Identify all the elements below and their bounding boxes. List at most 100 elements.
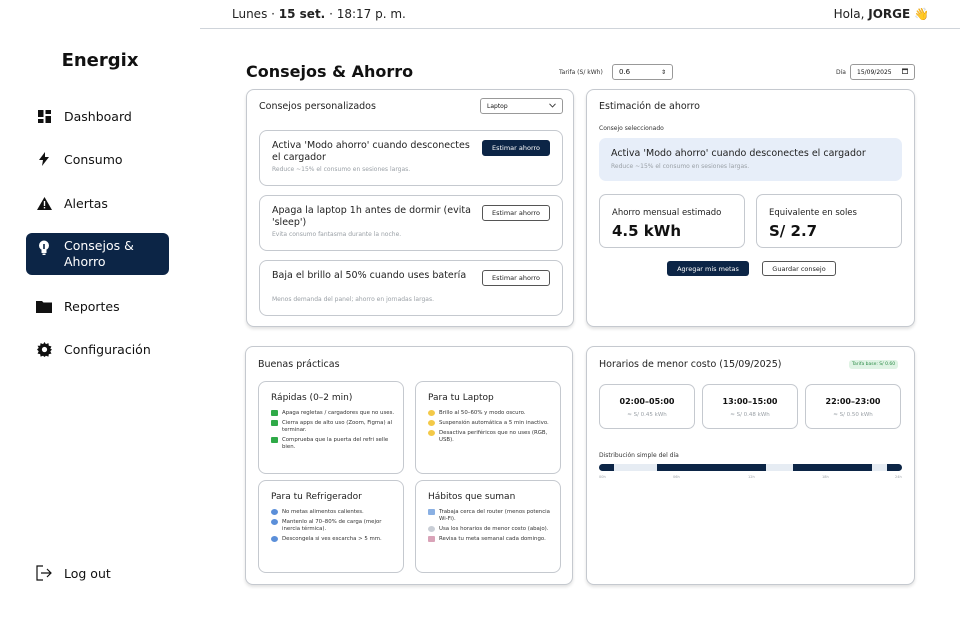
estimacion-card: Estimación de ahorro Consejo seleccionad… bbox=[586, 89, 915, 327]
sidebar-item-consumo[interactable]: Consumo bbox=[26, 138, 169, 180]
group-title: Hábitos que suman bbox=[428, 492, 516, 502]
estimate-button[interactable]: Estimar ahorro bbox=[482, 205, 550, 221]
distribution-segment bbox=[792, 464, 872, 471]
practice-list: Brillo al 50–60% y modo oscuro. Suspensi… bbox=[428, 410, 554, 447]
list-item: Usa los horarios de menor costo (abajo). bbox=[428, 526, 554, 533]
practice-group: Para tu Laptop Brillo al 50–60% y modo o… bbox=[415, 381, 561, 474]
practice-group: Rápidas (0–2 min) Apaga regletas / carga… bbox=[258, 381, 404, 474]
soles-equivalent-stat: Equivalente en soles S/ 2.7 bbox=[756, 194, 902, 248]
item-text: Mantenlo al 70–80% de carga (mejor inerc… bbox=[282, 519, 382, 532]
dia-label: Día bbox=[836, 69, 846, 76]
slot-price: ≈ S/ 0.50 kWh bbox=[833, 412, 873, 418]
item-text: Trabaja cerca del router (menos potencia… bbox=[439, 509, 550, 522]
tip-subtitle: Reduce ~15% el consumo en sesiones larga… bbox=[272, 166, 411, 173]
bolt-icon bbox=[36, 151, 52, 167]
date-input[interactable]: 15/09/2025 bbox=[850, 64, 915, 80]
snowflake-icon bbox=[271, 509, 278, 515]
item-text: No metas alimentos calientes. bbox=[282, 509, 364, 515]
sidebar-item-configuracion[interactable]: Configuración bbox=[26, 328, 169, 370]
tick-label: 12h bbox=[748, 475, 755, 479]
group-title: Para tu Refrigerador bbox=[271, 492, 362, 502]
item-text: Desactiva periféricos que no uses (RGB, … bbox=[439, 430, 548, 443]
time-slot: 13:00–15:00 ≈ S/ 0.48 kWh bbox=[702, 384, 798, 429]
slot-price: ≈ S/ 0.45 kWh bbox=[627, 412, 667, 418]
list-item: Suspensión automática a 5 min inactivo. bbox=[428, 420, 554, 427]
selected-label: Consejo seleccionado bbox=[599, 125, 664, 132]
sidebar-item-label: Dashboard bbox=[64, 108, 132, 124]
stat-label: Equivalente en soles bbox=[769, 208, 857, 218]
check-icon bbox=[271, 420, 278, 426]
card-title: Consejos personalizados bbox=[259, 101, 376, 112]
item-text: Usa los horarios de menor costo (abajo). bbox=[439, 526, 549, 532]
lightbulb-icon bbox=[428, 420, 435, 426]
chevron-down-icon bbox=[549, 102, 556, 110]
tip-title: Baja el brillo al 50% cuando uses baterí… bbox=[272, 270, 467, 281]
tick-label: 00h bbox=[599, 475, 606, 479]
page-title: Consejos & Ahorro bbox=[246, 62, 414, 81]
monthly-savings-stat: Ahorro mensual estimado 4.5 kWh bbox=[599, 194, 745, 248]
sidebar-item-consejos[interactable]: Consejos & Ahorro bbox=[26, 233, 169, 275]
day-text: Lunes · bbox=[232, 7, 275, 21]
sidebar-item-label: Alertas bbox=[64, 195, 108, 211]
sidebar-item-label: Reportes bbox=[64, 298, 120, 314]
folder-icon bbox=[36, 298, 52, 314]
distribution-segment bbox=[886, 464, 902, 471]
list-item: Desactiva periféricos que no uses (RGB, … bbox=[428, 430, 554, 444]
estimate-button[interactable]: Estimar ahorro bbox=[482, 140, 550, 156]
time-slot: 22:00–23:00 ≈ S/ 0.50 kWh bbox=[805, 384, 901, 429]
tip-card: Apaga la laptop 1h antes de dormir (evit… bbox=[259, 195, 563, 251]
greeting: Hola, JORGE 👋 bbox=[834, 7, 929, 21]
distribution-bar bbox=[599, 464, 902, 471]
tarifa-select[interactable]: 0.6 ⇕ bbox=[612, 64, 673, 80]
selected-tip-subtitle: Reduce ~15% el consumo en sesiones larga… bbox=[611, 163, 750, 170]
updown-icon: ⇕ bbox=[660, 68, 666, 76]
topbar: Lunes · 15 set. · 18:17 p. m. Hola, JORG… bbox=[200, 0, 960, 29]
slot-range: 02:00–05:00 bbox=[619, 397, 675, 406]
user-name: JORGE bbox=[868, 7, 911, 21]
distribution-label: Distribución simple del día bbox=[599, 452, 679, 459]
tip-card: Activa 'Modo ahorro' cuando desconectes … bbox=[259, 130, 563, 186]
dashboard-icon bbox=[36, 108, 52, 124]
tip-subtitle: Menos demanda del panel; ahorro en jorna… bbox=[272, 296, 434, 303]
time-slot: 02:00–05:00 ≈ S/ 0.45 kWh bbox=[599, 384, 695, 429]
logout-icon bbox=[36, 565, 52, 581]
estimate-button[interactable]: Estimar ahorro bbox=[482, 270, 550, 286]
wifi-icon bbox=[428, 509, 435, 515]
distribution-segment bbox=[656, 464, 766, 471]
group-title: Para tu Laptop bbox=[428, 393, 494, 403]
practice-group: Para tu Refrigerador No metas alimentos … bbox=[258, 480, 404, 573]
stat-label: Ahorro mensual estimado bbox=[612, 208, 722, 218]
check-icon bbox=[271, 410, 278, 416]
list-item: Comprueba que la puerta del refri selle … bbox=[271, 437, 397, 451]
selected-tip: Activa 'Modo ahorro' cuando desconectes … bbox=[599, 138, 902, 181]
card-title: Buenas prácticas bbox=[258, 359, 340, 370]
tip-card: Baja el brillo al 50% cuando uses baterí… bbox=[259, 260, 563, 316]
sidebar-item-reportes[interactable]: Reportes bbox=[26, 285, 169, 327]
sidebar-item-label: Configuración bbox=[64, 341, 151, 357]
sidebar-item-dashboard[interactable]: Dashboard bbox=[26, 95, 169, 137]
consejos-card: Consejos personalizados Laptop Activa 'M… bbox=[246, 89, 574, 327]
device-value: Laptop bbox=[487, 102, 508, 110]
device-select[interactable]: Laptop bbox=[480, 98, 563, 114]
logout-button[interactable]: Log out bbox=[36, 565, 111, 581]
card-title: Estimación de ahorro bbox=[599, 101, 700, 112]
add-goals-button[interactable]: Agregar mis metas bbox=[667, 261, 749, 276]
snowflake-icon bbox=[271, 536, 278, 542]
clock-icon bbox=[428, 526, 435, 532]
chart-icon bbox=[428, 536, 435, 542]
tip-title: Activa 'Modo ahorro' cuando desconectes … bbox=[272, 140, 470, 163]
list-item: Apaga regletas / cargadores que no uses. bbox=[271, 410, 397, 417]
snowflake-icon bbox=[271, 519, 278, 525]
list-item: Trabaja cerca del router (menos potencia… bbox=[428, 509, 554, 523]
tick-label: 24h bbox=[895, 475, 902, 479]
gear-icon bbox=[36, 341, 52, 357]
lightbulb-icon bbox=[428, 410, 435, 416]
practice-list: Apaga regletas / cargadores que no uses.… bbox=[271, 410, 397, 454]
slot-price: ≈ S/ 0.48 kWh bbox=[730, 412, 770, 418]
sidebar-item-alertas[interactable]: Alertas bbox=[26, 182, 169, 224]
current-datetime: Lunes · 15 set. · 18:17 p. m. bbox=[232, 7, 406, 21]
slot-range: 13:00–15:00 bbox=[722, 397, 778, 406]
save-tip-button[interactable]: Guardar consejo bbox=[762, 261, 836, 276]
calendar-icon bbox=[902, 68, 908, 76]
list-item: Revisa tu meta semanal cada domingo. bbox=[428, 536, 554, 543]
